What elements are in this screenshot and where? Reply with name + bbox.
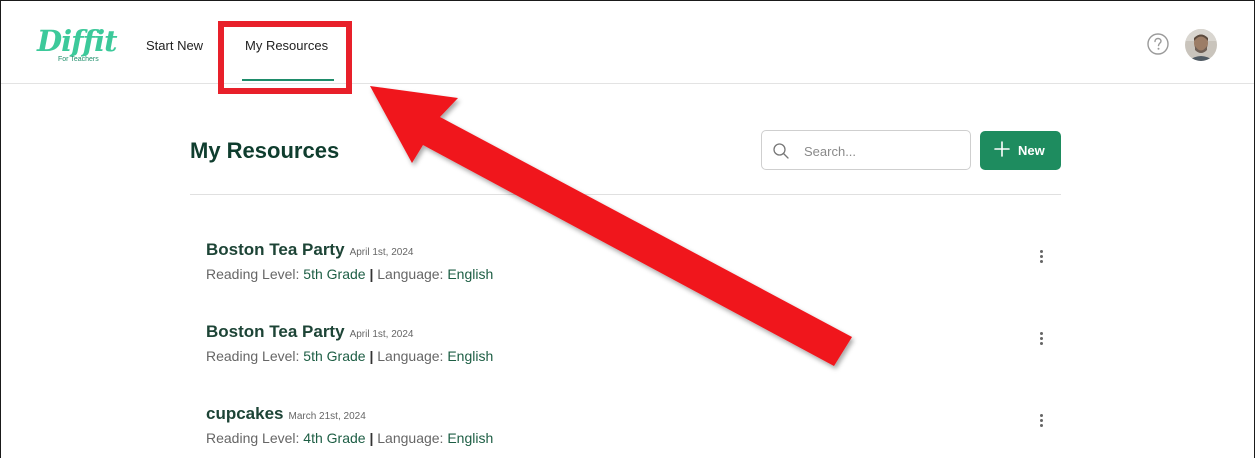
resource-date: March 21st, 2024 [288,411,366,422]
resource-title-row: cupcakes March 21st, 2024 [206,404,366,424]
search-input[interactable] [802,140,966,162]
resource-date: April 1st, 2024 [349,329,414,340]
logo-text: Diffit [37,24,118,58]
language-label: Language: [377,348,444,364]
reading-level-label: Reading Level: [206,430,300,446]
more-options-icon[interactable] [1034,248,1048,270]
language-value: English [447,430,494,446]
meta-separator: | [369,266,374,282]
resource-meta: Reading Level: 4th Grade | Language: Eng… [206,430,493,446]
resource-meta: Reading Level: 5th Grade | Language: Eng… [206,266,493,282]
question-circle-icon[interactable] [1147,33,1169,55]
meta-separator: | [369,430,374,446]
new-button-label: New [1018,143,1045,158]
language-label: Language: [377,430,444,446]
resource-list-item[interactable]: Boston Tea Party April 1st, 2024 Reading … [190,322,1061,382]
top-header: Diffit For Teachers Start New My Resourc… [1,1,1254,84]
resource-meta: Reading Level: 5th Grade | Language: Eng… [206,348,493,364]
resource-title: cupcakes [206,404,284,423]
search-box[interactable] [761,130,971,170]
page-title: My Resources [190,138,340,163]
language-label: Language: [377,266,444,282]
user-avatar[interactable] [1185,29,1217,61]
diffit-logo[interactable]: Diffit For Teachers [37,24,118,64]
resource-title: Boston Tea Party [206,322,345,341]
reading-level-label: Reading Level: [206,348,300,364]
resource-title-row: Boston Tea Party April 1st, 2024 [206,322,414,342]
plus-icon [994,141,1010,157]
title-divider [190,194,1061,195]
reading-level-label: Reading Level: [206,266,300,282]
resource-list-item[interactable]: Boston Tea Party April 1st, 2024 Reading … [190,240,1061,300]
language-value: English [447,266,494,282]
new-button[interactable]: New [980,131,1061,170]
annotation-highlight-box [218,21,352,94]
logo-subtitle: For Teachers [58,56,99,63]
more-options-icon[interactable] [1034,412,1048,434]
reading-level-value: 4th Grade [303,430,366,446]
nav-start-new[interactable]: Start New [146,38,203,53]
resource-date: April 1st, 2024 [349,247,414,258]
resource-list-item[interactable]: cupcakes March 21st, 2024 Reading Level: … [190,404,1061,464]
search-icon [773,143,789,159]
resource-title: Boston Tea Party [206,240,345,259]
resource-title-row: Boston Tea Party April 1st, 2024 [206,240,414,260]
reading-level-value: 5th Grade [303,348,366,364]
language-value: English [447,348,494,364]
more-options-icon[interactable] [1034,330,1048,352]
meta-separator: | [369,348,374,364]
reading-level-value: 5th Grade [303,266,366,282]
